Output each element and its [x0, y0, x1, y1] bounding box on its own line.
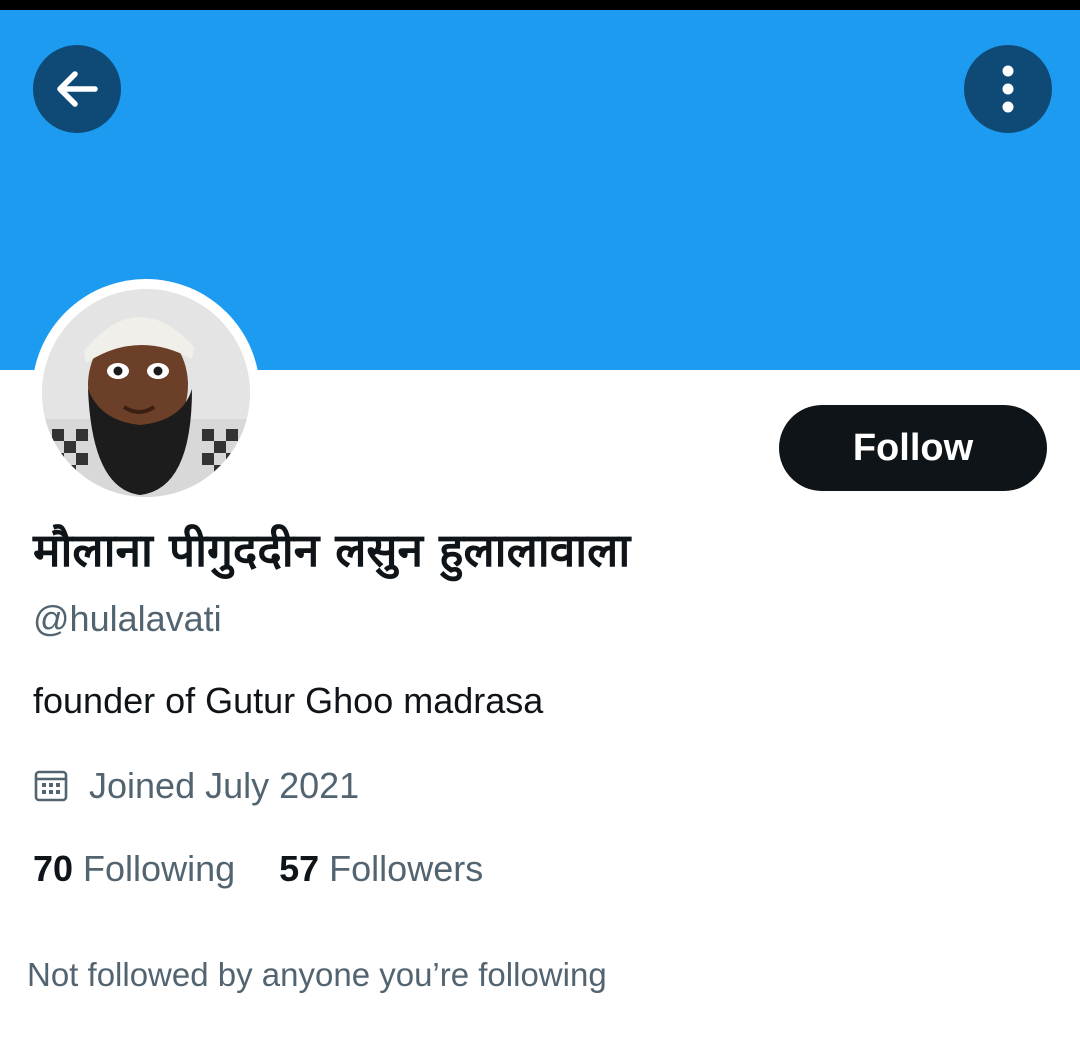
- followers-label: Followers: [329, 848, 484, 889]
- arrow-left-icon: [57, 71, 98, 107]
- display-name: मौलाना पीगुददीन लसुन हुलालावाला: [33, 523, 631, 577]
- joined-label: Joined July 2021: [89, 765, 360, 806]
- user-avatar-photo: [42, 289, 250, 497]
- profile-page: Follow मौलाना पीगुददीन लसुन हुलालावाला @…: [0, 0, 1080, 1041]
- mutual-followers-note: Not followed by anyone you’re following: [27, 956, 607, 993]
- following-link[interactable]: 70 Following: [33, 848, 235, 890]
- following-count: 70: [33, 848, 74, 889]
- status-bar: [0, 0, 1080, 10]
- profile-bio: founder of Gutur Ghoo madrasa: [33, 680, 544, 721]
- joined-date: Joined July 2021: [33, 764, 359, 808]
- more-vertical-icon: [1002, 65, 1014, 113]
- calendar-icon: [34, 770, 68, 802]
- user-handle: @hulalavati: [33, 598, 222, 639]
- followers-link[interactable]: 57 Followers: [279, 848, 483, 890]
- follow-button[interactable]: Follow: [779, 405, 1047, 491]
- follow-stats: 70 Following 57 Followers: [33, 848, 483, 890]
- following-label: Following: [83, 848, 236, 889]
- followers-count: 57: [279, 848, 320, 889]
- avatar[interactable]: [42, 289, 250, 497]
- back-button[interactable]: [33, 45, 121, 133]
- more-options-button[interactable]: [964, 45, 1052, 133]
